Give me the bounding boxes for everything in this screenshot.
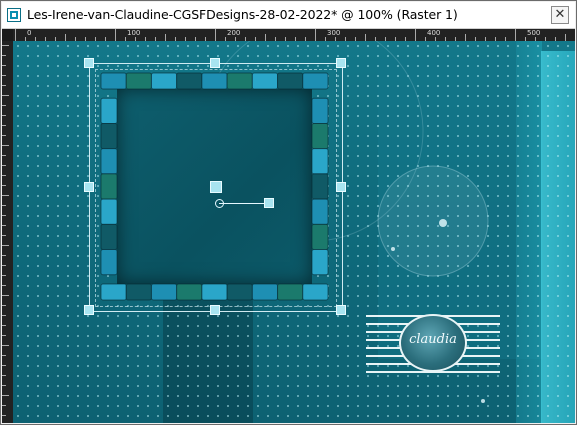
ruler-tick <box>465 34 466 41</box>
rotation-arm <box>219 203 269 204</box>
ruler-tick <box>2 255 6 256</box>
ruler-tick <box>2 245 9 246</box>
ruler-tick <box>2 195 9 196</box>
pivot-handle[interactable] <box>210 181 222 193</box>
ruler-tick <box>2 365 6 366</box>
watermark: claudia <box>366 311 500 377</box>
ruler-tick <box>2 385 6 386</box>
ruler-label-200: 200 <box>227 29 241 37</box>
ruler-tick <box>2 185 6 186</box>
ruler-tick <box>2 375 6 376</box>
ruler-tick <box>2 225 6 226</box>
ruler-tick <box>2 75 6 76</box>
ruler-tick <box>2 175 6 176</box>
ruler-tick <box>365 34 366 41</box>
title-bar[interactable]: Les-Irene-van-Claudine-CGSFDesigns-28-02… <box>2 2 575 29</box>
watermark-badge: claudia <box>399 314 467 372</box>
ruler-tick <box>2 85 6 86</box>
ruler-tick <box>2 335 6 336</box>
ruler-tick <box>265 34 266 41</box>
rotation-handle[interactable] <box>264 198 274 208</box>
ruler-tick <box>15 29 16 41</box>
ruler-tick <box>115 29 116 41</box>
ruler-tick <box>2 285 6 286</box>
ruler-label-300: 300 <box>327 29 341 37</box>
resize-handle-bottom-left[interactable] <box>84 305 94 315</box>
psp-document-icon <box>7 8 21 22</box>
rotation-pivot[interactable] <box>215 199 224 208</box>
ruler-tick <box>2 145 9 146</box>
ruler-label-0: 0 <box>27 29 32 37</box>
resize-handle-bottom-right[interactable] <box>336 305 346 315</box>
ruler-tick <box>2 345 9 346</box>
ruler-tick <box>2 165 6 166</box>
resize-handle-top[interactable] <box>210 58 220 68</box>
ruler-tick <box>2 265 6 266</box>
ruler-tick <box>2 205 6 206</box>
resize-handle-bottom[interactable] <box>210 305 220 315</box>
ruler-tick <box>165 34 166 41</box>
ruler-tick <box>2 45 9 46</box>
ruler-tick <box>415 29 416 41</box>
ruler-tick <box>2 415 6 416</box>
window-title: Les-Irene-van-Claudine-CGSFDesigns-28-02… <box>27 7 458 22</box>
ruler-tick <box>2 95 9 96</box>
ruler-tick <box>2 325 6 326</box>
ruler-tick <box>2 405 6 406</box>
ruler-tick <box>2 105 6 106</box>
ruler-tick <box>2 65 6 66</box>
ruler-corner <box>2 29 13 41</box>
ruler-tick <box>2 55 6 56</box>
ruler-tick <box>65 34 66 41</box>
ruler-tick <box>215 29 216 41</box>
ruler-tick <box>315 29 316 41</box>
resize-handle-right[interactable] <box>336 182 346 192</box>
resize-handle-left[interactable] <box>84 182 94 192</box>
ruler-tick <box>2 115 6 116</box>
ruler-tick <box>2 355 6 356</box>
image-canvas[interactable]: claudia <box>13 41 575 423</box>
ruler-tick <box>2 305 6 306</box>
watermark-text: claudia <box>409 332 457 347</box>
ruler-tick <box>2 395 9 396</box>
ruler-tick <box>2 315 6 316</box>
ruler-tick <box>2 155 6 156</box>
ruler-label-400: 400 <box>427 29 441 37</box>
ruler-tick <box>2 295 9 296</box>
ruler-tick <box>515 29 516 41</box>
ruler-tick <box>2 215 6 216</box>
ruler-tick <box>565 34 566 41</box>
close-button[interactable]: ✕ <box>551 6 569 24</box>
vertical-ruler[interactable] <box>2 41 13 423</box>
ruler-label-100: 100 <box>127 29 141 37</box>
ruler-tick <box>2 275 6 276</box>
resize-handle-top-right[interactable] <box>336 58 346 68</box>
ruler-label-500: 500 <box>527 29 541 37</box>
document-window: Les-Irene-van-Claudine-CGSFDesigns-28-02… <box>0 0 577 425</box>
ruler-tick <box>2 135 6 136</box>
ruler-tick <box>2 235 6 236</box>
ruler-tick <box>2 125 6 126</box>
resize-handle-top-left[interactable] <box>84 58 94 68</box>
